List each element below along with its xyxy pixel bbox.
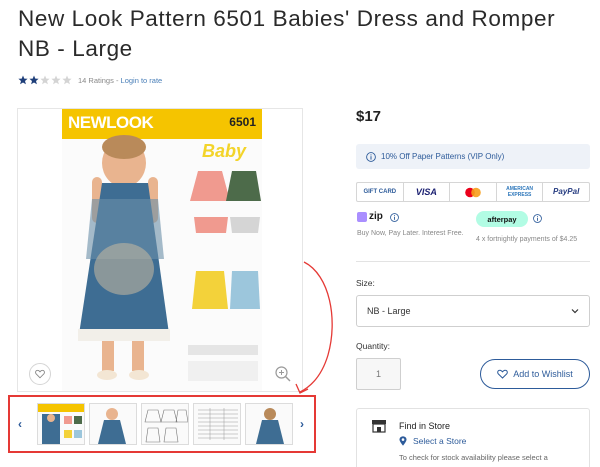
thumbnail-2[interactable] xyxy=(89,403,137,445)
product-price: $17 xyxy=(356,108,382,125)
section-divider xyxy=(356,261,590,262)
rating-stars[interactable] xyxy=(18,75,72,85)
heart-icon xyxy=(35,369,45,379)
size-label: Size: xyxy=(356,278,375,288)
size-select-value: NB - Large xyxy=(367,306,411,316)
quantity-label: Quantity: xyxy=(356,341,391,351)
login-to-rate-link[interactable]: Login to rate xyxy=(121,76,163,85)
product-title: New Look Pattern 6501 Babies' Dress and … xyxy=(18,6,556,61)
visa-logo: VISA xyxy=(404,183,451,201)
gift-card-logo: GIFT CARD xyxy=(357,183,404,201)
wishlist-label: Add to Wishlist xyxy=(513,369,573,379)
add-to-wishlist-button[interactable]: Add to Wishlist xyxy=(480,359,590,389)
zip-description: Buy Now, Pay Later. Interest Free. xyxy=(357,230,464,237)
select-store-link[interactable]: Select a Store xyxy=(399,436,466,446)
store-icon xyxy=(372,420,386,433)
thumbnail-3[interactable] xyxy=(141,403,189,445)
thumbnail-photo xyxy=(98,408,126,444)
thumbnail-5[interactable] xyxy=(245,403,293,445)
mastercard-logo xyxy=(450,183,497,201)
thumbnail-carousel: ‹ › xyxy=(8,395,316,453)
mastercard-icon xyxy=(465,187,481,197)
thumbnail-photo-back xyxy=(256,408,284,444)
thumbnail-cover-image xyxy=(38,404,84,444)
amex-logo: AMERICAN EXPRESS xyxy=(497,183,544,201)
chevron-left-icon[interactable]: ‹ xyxy=(18,417,22,431)
store-availability-note: To check for stock availability please s… xyxy=(399,453,548,462)
thumbnail-instructions xyxy=(198,408,238,440)
star-empty-icon xyxy=(51,75,61,85)
zip-info-icon[interactable] xyxy=(390,213,399,222)
baby-photo xyxy=(78,135,261,381)
zip-logo: zip xyxy=(357,211,383,222)
paypal-logo: PayPal xyxy=(553,187,580,196)
quantity-input[interactable]: 1 xyxy=(356,358,401,390)
thumbnail-4[interactable] xyxy=(193,403,241,445)
size-select[interactable]: NB - Large xyxy=(356,295,590,327)
thumbnail-line-drawing xyxy=(144,409,188,443)
heart-icon xyxy=(497,369,509,379)
ratings-count: 14 Ratings - Login to rate xyxy=(78,75,163,85)
payment-methods: GIFT CARD VISA AMERICAN EXPRESS PayPal xyxy=(356,182,590,202)
pattern-cover-image: NEWLOOK 6501 Baby xyxy=(62,109,262,391)
find-in-store-panel: Find in Store Select a Store To check fo… xyxy=(356,408,590,467)
star-empty-icon xyxy=(40,75,50,85)
zoom-icon[interactable] xyxy=(274,365,292,383)
thumbnail-1[interactable] xyxy=(37,403,85,445)
vip-promo-banner: 10% Off Paper Patterns (VIP Only) xyxy=(356,144,590,169)
info-icon xyxy=(366,151,376,162)
afterpay-description: 4 x fortnightly payments of $4.25 xyxy=(476,236,578,243)
chevron-down-icon xyxy=(571,309,579,314)
location-pin-icon xyxy=(399,436,407,446)
find-in-store-title: Find in Store xyxy=(399,421,451,431)
rating-row: 14 Ratings - Login to rate xyxy=(18,73,162,87)
main-product-image[interactable]: NEWLOOK 6501 Baby xyxy=(17,108,303,392)
zip-icon xyxy=(357,211,367,222)
star-empty-icon xyxy=(62,75,72,85)
favorite-heart-button[interactable] xyxy=(29,363,51,385)
star-filled-icon xyxy=(29,75,39,85)
afterpay-logo: afterpay xyxy=(476,211,528,227)
afterpay-info-icon[interactable] xyxy=(533,214,542,223)
star-filled-icon xyxy=(18,75,28,85)
vip-promo-text: 10% Off Paper Patterns (VIP Only) xyxy=(381,152,505,161)
chevron-right-icon[interactable]: › xyxy=(300,417,304,431)
